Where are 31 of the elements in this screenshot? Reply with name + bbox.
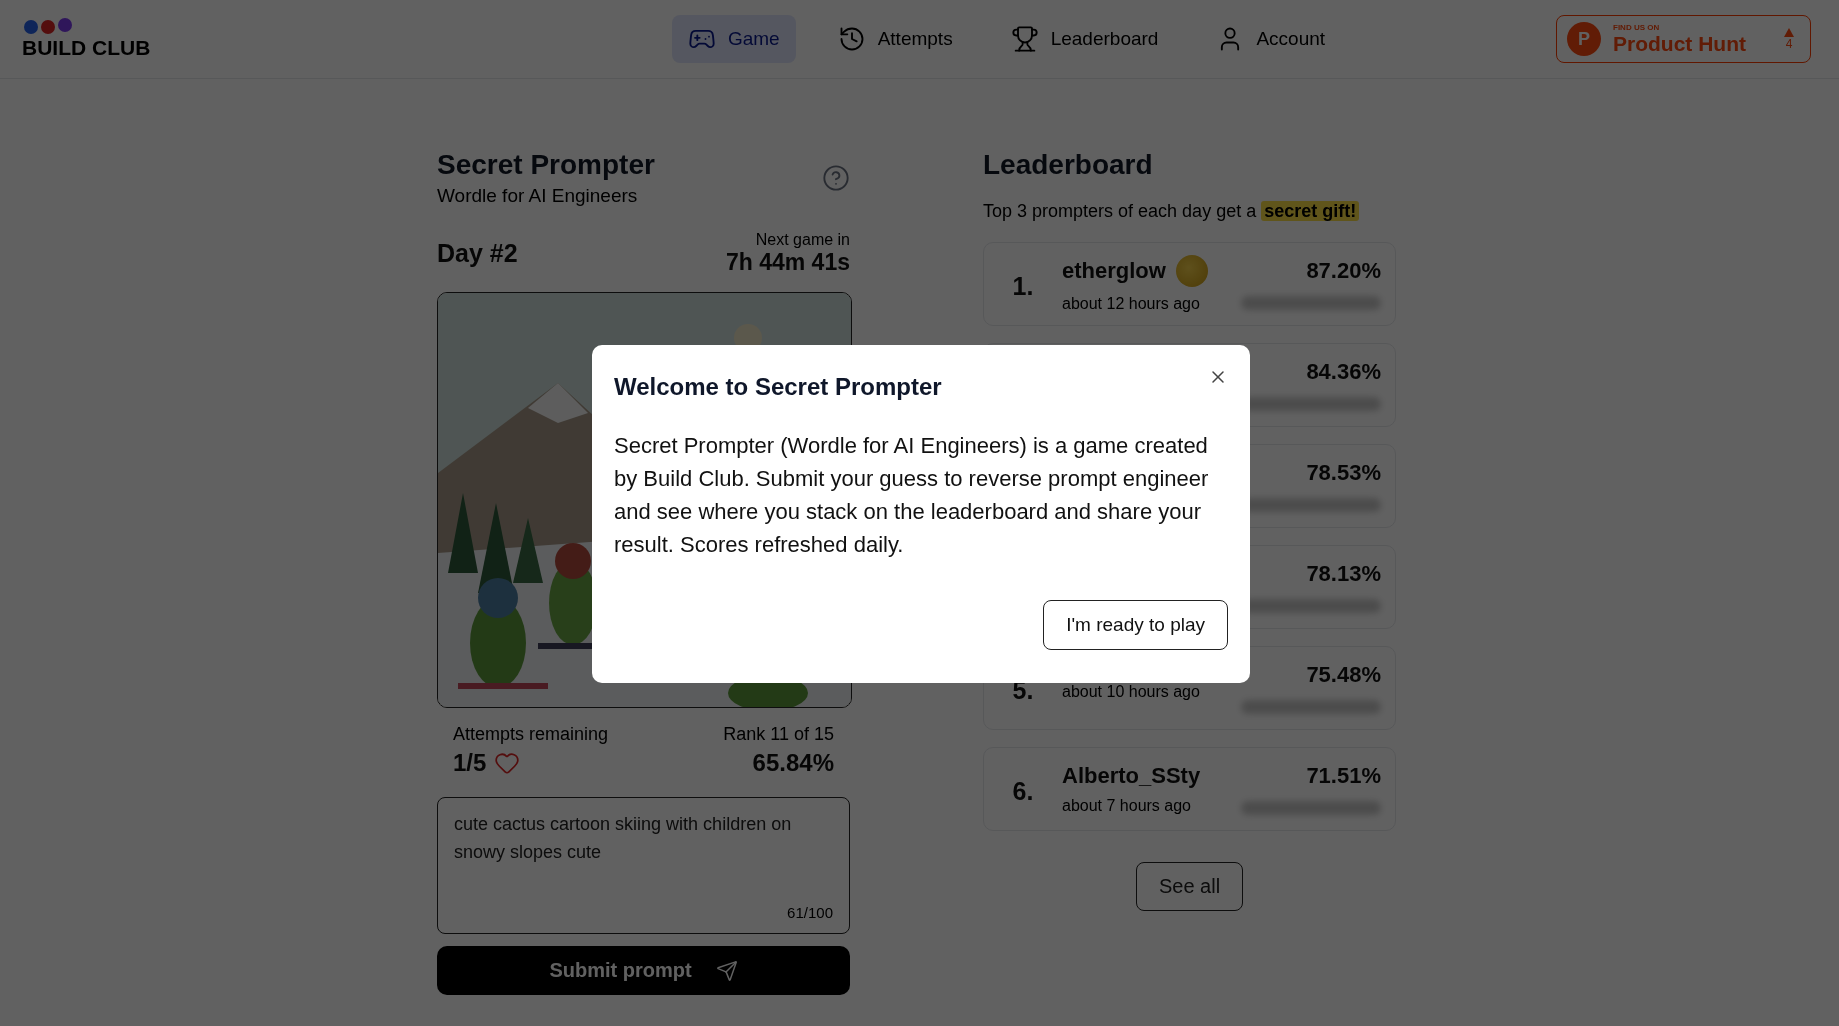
badge-title: Product Hunt — [1613, 31, 1747, 56]
attempts-label: Attempts remaining — [453, 724, 610, 745]
entry-score: 84.36% — [1305, 359, 1381, 385]
entry-score: 71.51% — [1305, 763, 1381, 789]
player-name: etherglow — [1062, 258, 1166, 284]
attempts-count: 1/5 — [453, 749, 487, 777]
entry-score: 78.53% — [1305, 460, 1381, 486]
character-counter: 61/100 — [787, 904, 833, 921]
entry-score: 75.48% — [1305, 662, 1381, 688]
rank-label: Rank 11 of 15 — [722, 724, 834, 745]
badge-caption: FIND US ON — [1613, 22, 1661, 32]
rank-number: 6. — [1011, 775, 1035, 806]
rank-number: 1. — [1011, 270, 1035, 301]
product-hunt-logo: P — [1567, 22, 1601, 56]
submission-time: about 10 hours ago — [1062, 683, 1201, 701]
vote-count: 4 — [1785, 36, 1793, 51]
day-label: Day #2 — [437, 239, 518, 268]
dialog-body: Secret Prompter (Wordle for AI Engineers) is a game created by Build Club. Submit your guess to reverse prompt engineer and see where you stack on the leaderboard and share your result. Scores refreshed daily. — [614, 432, 1210, 559]
player-name: Alberto_SSty — [1062, 763, 1201, 789]
game-title: Secret Prompter — [437, 149, 655, 181]
dialog-title: Welcome to Secret Prompter — [614, 373, 942, 401]
score: 65.84% — [752, 749, 834, 777]
leaderboard-subtitle: Top 3 prompters of each day get a secret gift! — [983, 201, 1396, 222]
game-subtitle: Wordle for AI Engineers — [437, 185, 639, 207]
countdown: 7h 44m 41s — [725, 249, 850, 276]
countdown-label: Next game in — [754, 231, 850, 249]
submission-time: about 12 hours ago — [1062, 295, 1201, 313]
entry-score: 78.13% — [1305, 561, 1381, 587]
entry-score: 87.20% — [1305, 258, 1381, 284]
submission-time: about 7 hours ago — [1062, 797, 1192, 815]
leaderboard-title: Leaderboard — [983, 149, 1154, 181]
